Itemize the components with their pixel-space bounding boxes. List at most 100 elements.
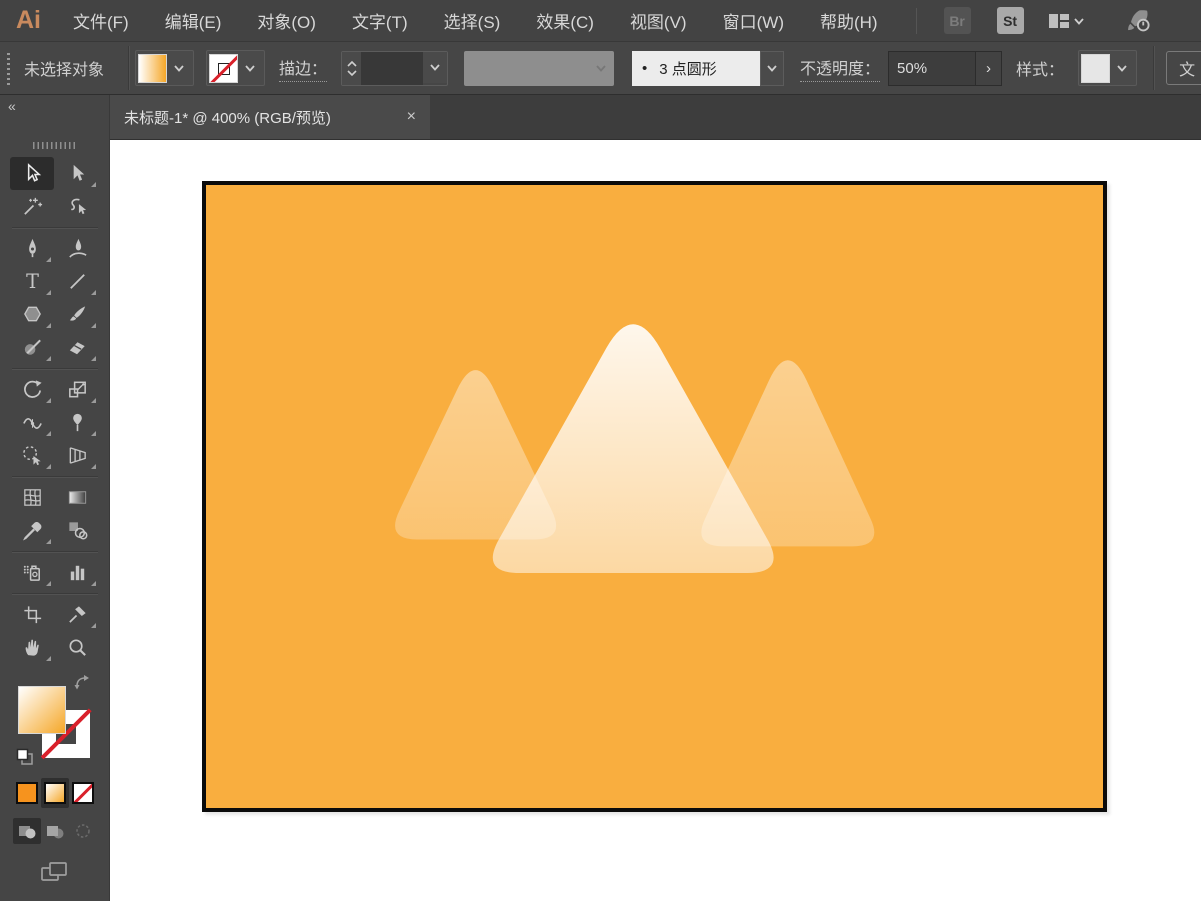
tool-type[interactable]: T <box>10 265 54 298</box>
menu-item-window[interactable]: 窗口(W) <box>705 0 802 42</box>
slice-tool-icon <box>68 606 86 623</box>
width-profile-dropdown <box>464 50 615 86</box>
menu-item-view[interactable]: 视图(V) <box>612 0 705 42</box>
tool-shape-builder[interactable] <box>10 439 54 472</box>
stroke-weight-value[interactable] <box>361 51 424 85</box>
menu-item-file[interactable]: 文件(F) <box>55 0 147 42</box>
brush-definition-value[interactable]: • 3 点圆形 <box>632 50 761 86</box>
tool-gradient[interactable] <box>55 481 99 514</box>
gpu-performance-button[interactable] <box>1123 7 1153 35</box>
workspace-switcher-button[interactable] <box>1047 10 1087 32</box>
stepper-up-icon <box>346 60 357 67</box>
tool-puppet-warp[interactable] <box>55 406 99 439</box>
separator <box>128 46 130 90</box>
tool-column-graph[interactable] <box>55 556 99 589</box>
menu-item-type[interactable]: 文字(T) <box>334 0 426 42</box>
tool-separator <box>11 227 98 228</box>
tool-lasso[interactable] <box>55 190 99 223</box>
tools-panel: T <box>0 140 110 901</box>
none-button[interactable] <box>69 778 97 808</box>
tool-scale[interactable] <box>55 373 99 406</box>
stroke-color-dropdown[interactable] <box>238 53 262 84</box>
brush-name: 3 点圆形 <box>659 60 717 78</box>
style-swatch[interactable] <box>1081 53 1111 83</box>
stroke-weight-stepper[interactable] <box>342 51 362 85</box>
draw-inside-button[interactable] <box>69 818 97 844</box>
tool-mesh[interactable] <box>10 481 54 514</box>
scale-tool-icon <box>68 381 86 398</box>
control-bar-grip[interactable] <box>7 51 10 85</box>
color-button[interactable] <box>13 778 41 808</box>
stroke-weight-dropdown[interactable] <box>423 51 448 83</box>
polygon-tool-icon <box>23 306 41 322</box>
menu-item-effect[interactable]: 效果(C) <box>518 0 612 42</box>
stock-button[interactable]: St <box>996 7 1024 34</box>
menu-item-object[interactable]: 对象(O) <box>239 0 334 42</box>
document-tab[interactable]: 未标题-1* @ 400% (RGB/预览) × <box>110 95 430 139</box>
style-dropdown[interactable] <box>1110 53 1134 84</box>
draw-normal-button[interactable] <box>12 818 41 844</box>
fill-color-swatch[interactable] <box>138 53 168 83</box>
tool-separator <box>11 476 98 477</box>
tool-zoom[interactable] <box>55 631 99 664</box>
menu-item-edit[interactable]: 编辑(E) <box>147 0 240 42</box>
fill-color-control <box>135 50 195 86</box>
menu-item-select[interactable]: 选择(S) <box>426 0 519 42</box>
default-fill-stroke-icon[interactable] <box>16 748 34 766</box>
close-tab-icon[interactable]: × <box>407 108 416 126</box>
artboard[interactable] <box>202 181 1107 812</box>
opacity-label[interactable]: 不透明度： <box>800 55 881 82</box>
opacity-input[interactable] <box>888 50 977 86</box>
tool-shaper[interactable] <box>10 331 54 364</box>
tools-panel-grip[interactable] <box>32 142 77 149</box>
tool-perspective-grid[interactable] <box>55 439 99 472</box>
shape-builder-tool-icon <box>22 446 41 466</box>
direct-selection-tool-icon <box>73 164 84 181</box>
draw-behind-button[interactable] <box>41 818 69 844</box>
tool-direct-selection[interactable] <box>55 157 99 190</box>
tool-rotate[interactable] <box>10 373 54 406</box>
menu-item-help[interactable]: 帮助(H) <box>802 0 896 42</box>
tool-artboard[interactable] <box>10 598 54 631</box>
tool-width[interactable] <box>10 406 54 439</box>
none-slash <box>210 54 238 82</box>
fill-color-dropdown[interactable] <box>167 53 191 84</box>
tool-slice[interactable] <box>55 598 99 631</box>
eraser-tool-icon <box>69 342 85 355</box>
artboard-tool-icon <box>23 606 41 624</box>
stroke-weight-label[interactable]: 描边： <box>279 55 328 82</box>
document-setup-button[interactable]: 文 <box>1166 51 1201 85</box>
tool-blend[interactable] <box>55 514 99 547</box>
tool-polygon-shape[interactable] <box>10 298 54 331</box>
chevron-down-icon <box>1073 17 1084 25</box>
menu-bar: Ai 文件(F) 编辑(E) 对象(O) 文字(T) 选择(S) 效果(C) 视… <box>0 0 1201 42</box>
tool-paintbrush[interactable] <box>55 298 99 331</box>
blend-tool-icon <box>68 522 87 540</box>
bridge-button[interactable]: Br <box>943 7 971 34</box>
stroke-color-swatch[interactable] <box>209 53 239 83</box>
brush-definition-dropdown[interactable] <box>760 50 785 86</box>
tool-eraser[interactable] <box>55 331 99 364</box>
tool-selection[interactable] <box>10 157 54 190</box>
tool-grid: T <box>10 157 100 664</box>
pen-tool-icon <box>28 238 36 258</box>
gradient-tool-icon <box>68 491 86 504</box>
canvas-area[interactable] <box>110 140 1201 901</box>
tool-hand[interactable] <box>10 631 54 664</box>
svg-text:T: T <box>26 270 39 293</box>
style-control <box>1078 50 1138 86</box>
brush-preview-dot: • <box>642 59 648 77</box>
fill-swatch[interactable] <box>17 686 66 734</box>
tool-eyedropper[interactable] <box>10 514 54 547</box>
tool-pen[interactable] <box>10 232 54 265</box>
gradient-button[interactable] <box>40 778 69 808</box>
rotate-tool-icon <box>23 380 42 398</box>
tool-magic-wand[interactable] <box>10 190 54 223</box>
tool-symbol-sprayer[interactable] <box>10 556 54 589</box>
tool-curvature[interactable] <box>55 232 99 265</box>
screen-mode-button[interactable] <box>40 860 70 889</box>
opacity-expand-button[interactable]: › <box>976 50 1003 86</box>
tool-line-segment[interactable] <box>55 265 99 298</box>
swap-fill-stroke-icon[interactable] <box>74 674 92 690</box>
toolbar-collapse[interactable]: « <box>0 95 110 140</box>
